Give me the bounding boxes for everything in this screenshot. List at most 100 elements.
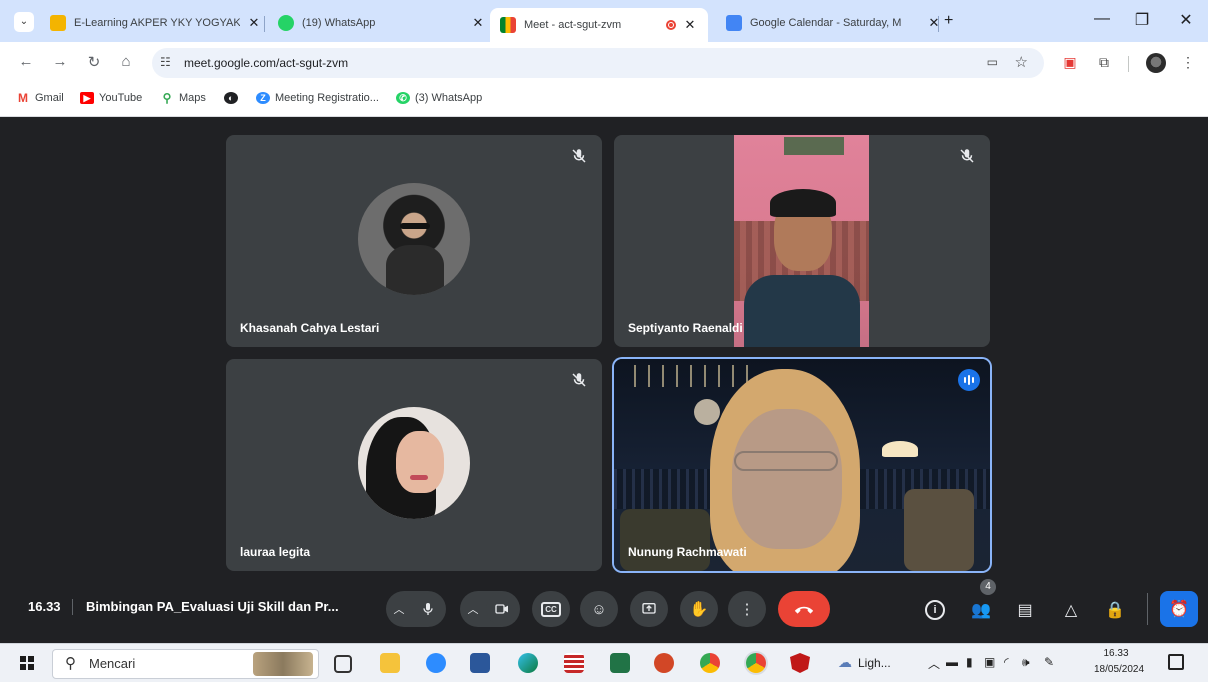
volume-icon[interactable]: 🕪: [1022, 655, 1030, 670]
microphone-button[interactable]: [412, 593, 444, 625]
camera-control-group: ︿: [460, 591, 520, 627]
mcafee-shield-icon[interactable]: [790, 653, 810, 673]
tab-elearning[interactable]: E-Learning AKPER YKY YOGYAK ✕: [42, 8, 270, 38]
taskbar-search-box[interactable]: ⚲ Mencari: [52, 649, 319, 679]
site-info-icon[interactable]: ☷: [160, 55, 171, 69]
bookmark-star-icon[interactable]: ☆: [1015, 53, 1028, 71]
participant-tile[interactable]: lauraa legita: [226, 359, 602, 571]
people-button[interactable]: 👥: [970, 599, 992, 621]
host-controls-button[interactable]: 🔒: [1104, 599, 1126, 621]
participant-name: lauraa legita: [240, 545, 311, 559]
close-window-button[interactable]: ✕: [1172, 10, 1200, 30]
pen-icon[interactable]: ✎: [1044, 655, 1054, 669]
audio-settings-chevron-icon[interactable]: ︿: [386, 601, 412, 617]
people-icon: 👥: [971, 602, 991, 619]
tab-meet[interactable]: Meet - act-sgut-zvm ✕: [490, 8, 708, 42]
calendar-app-icon[interactable]: [564, 653, 584, 673]
camera-permission-icon[interactable]: ▭: [987, 55, 998, 69]
bookmark-youtube[interactable]: ▶ YouTube: [80, 92, 142, 104]
bookmark-maps[interactable]: ⚲ Maps: [160, 92, 206, 104]
menu-kebab-icon[interactable]: ⋮: [1178, 54, 1198, 71]
weather-widget[interactable]: ☁ Ligh...: [838, 654, 891, 671]
bookmark-globe[interactable]: ◐: [224, 92, 243, 104]
shapes-icon: △: [1064, 602, 1078, 619]
restore-button[interactable]: ❐: [1128, 10, 1156, 30]
notification-icon[interactable]: [1168, 654, 1184, 670]
microphone-icon: [423, 603, 433, 615]
tray-overflow-chevron-icon[interactable]: ︿: [928, 655, 940, 672]
participant-tile[interactable]: Septiyanto Raenaldi: [614, 135, 990, 347]
tab-calendar[interactable]: Google Calendar - Saturday, M ✕: [718, 8, 950, 38]
close-tab-icon[interactable]: ✕: [682, 17, 698, 33]
weather-cloud-icon: ☁: [838, 654, 852, 670]
display-icon[interactable]: ▣: [984, 655, 995, 669]
url-text[interactable]: meet.google.com/act-sgut-zvm: [184, 56, 348, 70]
toolbar-divider: [1128, 56, 1129, 72]
bookmark-label: Gmail: [35, 92, 64, 104]
extension-icon[interactable]: ▣: [1060, 54, 1080, 71]
minimize-button[interactable]: —: [1088, 10, 1116, 28]
edge-browser-icon[interactable]: [518, 653, 538, 673]
meeting-details-button[interactable]: i: [924, 599, 946, 621]
device-icon[interactable]: ▮: [966, 655, 973, 669]
avatar: [358, 183, 470, 295]
close-tab-icon[interactable]: ✕: [470, 15, 486, 31]
participant-tile[interactable]: Khasanah Cahya Lestari: [226, 135, 602, 347]
divider: [1147, 593, 1148, 625]
meeting-clock: 16.33: [28, 599, 61, 614]
participant-count-badge: 4: [980, 579, 996, 595]
profile-avatar[interactable]: [1146, 53, 1166, 73]
bookmark-whatsapp[interactable]: ✆ (3) WhatsApp: [396, 92, 482, 104]
mic-off-icon: [572, 373, 586, 387]
word-app-icon[interactable]: [470, 653, 490, 673]
new-tab-button[interactable]: +: [944, 12, 953, 30]
speaking-indicator-icon: [958, 369, 980, 391]
tab-title: Meet - act-sgut-zvm: [524, 19, 622, 31]
bookmark-gmail[interactable]: M Gmail: [16, 92, 64, 104]
zoom-app-icon[interactable]: [426, 653, 446, 673]
participant-tile-active-speaker[interactable]: Nunung Rachmawati: [614, 359, 990, 571]
reload-button[interactable]: ↻: [84, 53, 104, 71]
bookmark-meeting-registration[interactable]: Z Meeting Registratio...: [256, 92, 379, 104]
reactions-button[interactable]: ☺: [580, 591, 618, 627]
chrome-profile-icon[interactable]: [746, 653, 766, 673]
extensions-puzzle-icon[interactable]: ⧉: [1094, 54, 1114, 71]
video-settings-chevron-icon[interactable]: ︿: [460, 601, 486, 617]
battery-icon[interactable]: ▬: [946, 655, 958, 669]
excel-app-icon[interactable]: [610, 653, 630, 673]
wifi-icon[interactable]: ◜: [1004, 655, 1009, 669]
close-tab-icon[interactable]: ✕: [926, 15, 942, 31]
end-call-icon: [794, 606, 814, 614]
system-clock[interactable]: 16.33 18/05/2024: [1094, 646, 1144, 678]
tab-whatsapp[interactable]: (19) WhatsApp ✕: [270, 8, 494, 38]
windows-start-icon[interactable]: [20, 656, 34, 670]
meet-favicon-icon: [500, 17, 516, 33]
search-icon: ⚲: [65, 655, 76, 672]
close-tab-icon[interactable]: ✕: [246, 15, 262, 31]
task-view-icon[interactable]: [334, 655, 352, 673]
activities-button[interactable]: △: [1060, 599, 1082, 621]
leave-call-button[interactable]: [778, 591, 830, 627]
search-highlight-image-icon: [253, 652, 313, 676]
raise-hand-button[interactable]: ✋: [680, 591, 718, 627]
meet-stage: Khasanah Cahya Lestari Septiyanto Raenal…: [0, 117, 1208, 643]
home-button[interactable]: ⌂: [116, 53, 136, 70]
tab-search-button[interactable]: ⌄: [14, 12, 34, 32]
camera-button[interactable]: [486, 593, 518, 625]
emoji-icon: ☺: [591, 600, 607, 618]
back-button[interactable]: ←: [16, 53, 36, 70]
address-bar[interactable]: ☷ meet.google.com/act-sgut-zvm ▭ ☆: [152, 48, 1044, 78]
forward-button[interactable]: →: [50, 53, 70, 70]
chrome-browser-icon[interactable]: [700, 653, 720, 673]
chat-button[interactable]: ▤: [1014, 599, 1036, 621]
more-options-button[interactable]: ⋮: [728, 591, 766, 627]
file-explorer-icon[interactable]: [380, 653, 400, 673]
windows-taskbar: ⚲ Mencari ☁ Ligh... ︿ ▬ ▮ ▣ ◜ 🕪 ✎ 16.33 …: [0, 643, 1208, 682]
mic-off-icon: [960, 149, 974, 163]
captions-button[interactable]: CC: [532, 591, 570, 627]
weather-label: Ligh...: [858, 655, 891, 670]
timer-button[interactable]: ⏰: [1160, 591, 1198, 627]
powerpoint-app-icon[interactable]: [654, 653, 674, 673]
present-screen-button[interactable]: [630, 591, 668, 627]
youtube-icon: ▶: [80, 92, 94, 104]
